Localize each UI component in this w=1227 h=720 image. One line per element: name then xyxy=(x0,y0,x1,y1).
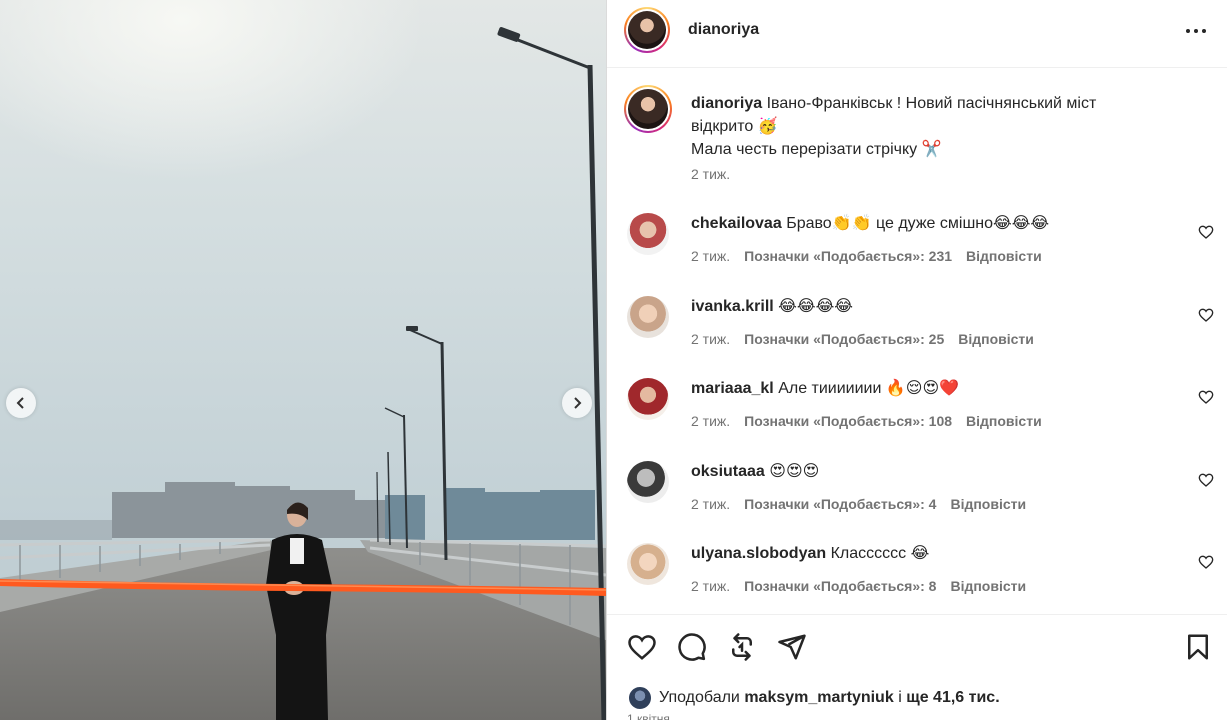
likes-count-link[interactable]: ще 41,6 тис. xyxy=(906,689,999,707)
more-dot xyxy=(1194,29,1198,33)
comment-item: ivanka.krill 😂😂😂😂 2 тиж. Позначки «Подоба… xyxy=(607,288,1227,358)
comment-username[interactable]: ulyana.slobodyan xyxy=(691,545,826,562)
reply-button[interactable]: Відповісти xyxy=(958,331,1034,347)
comment-text: Але тиииииии 🔥😌😍❤️ xyxy=(778,380,960,397)
comment-text: Класссссс 😂 xyxy=(830,545,930,562)
comment-username[interactable]: mariaaa_kl xyxy=(691,380,774,397)
save-button[interactable] xyxy=(1183,632,1213,662)
reply-button[interactable]: Відповісти xyxy=(966,413,1042,429)
post-actions: Уподобали maksym_martyniuk і ще 41,6 тис… xyxy=(607,614,1227,720)
post-side-panel: dianoriya dianoriya Івано-Франківськ ! Н… xyxy=(606,0,1227,720)
comment-text: 😍😍😍 xyxy=(769,463,820,480)
post-photo xyxy=(0,0,606,720)
next-slide-button[interactable] xyxy=(562,388,592,418)
caption-line-2: відкрито 🥳 xyxy=(691,118,778,135)
heart-icon[interactable] xyxy=(1198,224,1214,240)
comment-time[interactable]: 2 тиж. xyxy=(691,248,730,264)
heart-icon[interactable] xyxy=(1198,389,1214,405)
comment-avatar[interactable] xyxy=(627,296,669,338)
bookmark-icon xyxy=(1188,634,1208,660)
comment-time[interactable]: 2 тиж. xyxy=(691,578,730,594)
comment-likes-link[interactable]: Позначки «Подобається»: 25 xyxy=(744,331,944,347)
chevron-right-icon xyxy=(574,397,582,409)
comment-avatar[interactable] xyxy=(627,543,669,585)
chevron-left-icon xyxy=(16,397,24,409)
comment-item: mariaaa_kl Але тиииииии 🔥😌😍❤️ 2 тиж. Позн… xyxy=(607,370,1227,440)
comment-avatar[interactable] xyxy=(627,461,669,503)
send-icon xyxy=(778,634,806,660)
comment-time[interactable]: 2 тиж. xyxy=(691,413,730,429)
comment-likes-link[interactable]: Позначки «Подобається»: 4 xyxy=(744,496,936,512)
heart-icon xyxy=(628,635,656,660)
more-options-icon xyxy=(1186,29,1190,33)
repost-button[interactable] xyxy=(727,632,757,662)
comment-text: 😂😂😂😂 xyxy=(778,298,853,315)
share-button[interactable] xyxy=(777,632,807,662)
author-username[interactable]: dianoriya xyxy=(688,21,759,39)
reply-button[interactable]: Відповісти xyxy=(966,248,1042,264)
comment-likes-link[interactable]: Позначки «Подобається»: 8 xyxy=(744,578,936,594)
comment-time[interactable]: 2 тиж. xyxy=(691,496,730,512)
comment-item: ulyana.slobodyan Класссссс 😂 2 тиж. Позна… xyxy=(607,535,1227,605)
caption-line-3: Мала честь перерізати стрічку ✂️ xyxy=(691,141,942,158)
caption-avatar[interactable] xyxy=(624,85,672,133)
heart-icon[interactable] xyxy=(1198,472,1214,488)
previous-slide-button[interactable] xyxy=(6,388,36,418)
repost-icon xyxy=(732,633,752,661)
heart-icon[interactable] xyxy=(1198,554,1214,570)
comment-likes-link[interactable]: Позначки «Подобається»: 231 xyxy=(744,248,952,264)
reply-button[interactable]: Відповісти xyxy=(950,578,1026,594)
comment-item: chekailovaa Браво👏👏 це дуже смішно😂😂😂 2 … xyxy=(607,205,1227,275)
comment-time[interactable]: 2 тиж. xyxy=(691,331,730,347)
post-media[interactable] xyxy=(0,0,606,720)
comment-username[interactable]: ivanka.krill xyxy=(691,298,774,315)
author-avatar[interactable] xyxy=(624,7,670,53)
comment-item: oksiutaaa 😍😍😍 2 тиж. Позначки «Подобаєтьс… xyxy=(607,453,1227,523)
caption-time[interactable]: 2 тиж. xyxy=(691,166,730,182)
reply-button[interactable]: Відповісти xyxy=(950,496,1026,512)
likes-summary: Уподобали maksym_martyniuk і ще 41,6 тис… xyxy=(627,685,1000,711)
caption-line-1: Івано-Франківськ ! Новий пасічнянський м… xyxy=(766,95,1097,112)
comment-likes-link[interactable]: Позначки «Подобається»: 108 xyxy=(744,413,952,429)
liker-avatar[interactable] xyxy=(627,685,653,711)
comment-text: Браво👏👏 це дуже смішно😂😂😂 xyxy=(786,215,1050,232)
comment-username[interactable]: chekailovaa xyxy=(691,215,782,232)
liker-username[interactable]: maksym_martyniuk xyxy=(744,689,893,707)
comment-icon xyxy=(678,633,706,661)
likes-middle: і xyxy=(898,689,902,706)
heart-icon[interactable] xyxy=(1198,307,1214,323)
more-dot xyxy=(1202,29,1206,33)
comment-avatar[interactable] xyxy=(627,213,669,255)
caption-username[interactable]: dianoriya xyxy=(691,95,762,112)
caption-text: dianoriya Івано-Франківськ ! Новий пасіч… xyxy=(691,92,1161,161)
post-header: dianoriya xyxy=(607,0,1227,68)
like-button[interactable] xyxy=(627,632,657,662)
post-date[interactable]: 1 квітня xyxy=(627,712,670,720)
more-options-button[interactable] xyxy=(1181,19,1211,43)
comment-username[interactable]: oksiutaaa xyxy=(691,463,765,480)
likes-prefix: Уподобали xyxy=(659,689,740,706)
comment-avatar[interactable] xyxy=(627,378,669,420)
comment-button[interactable] xyxy=(677,632,707,662)
